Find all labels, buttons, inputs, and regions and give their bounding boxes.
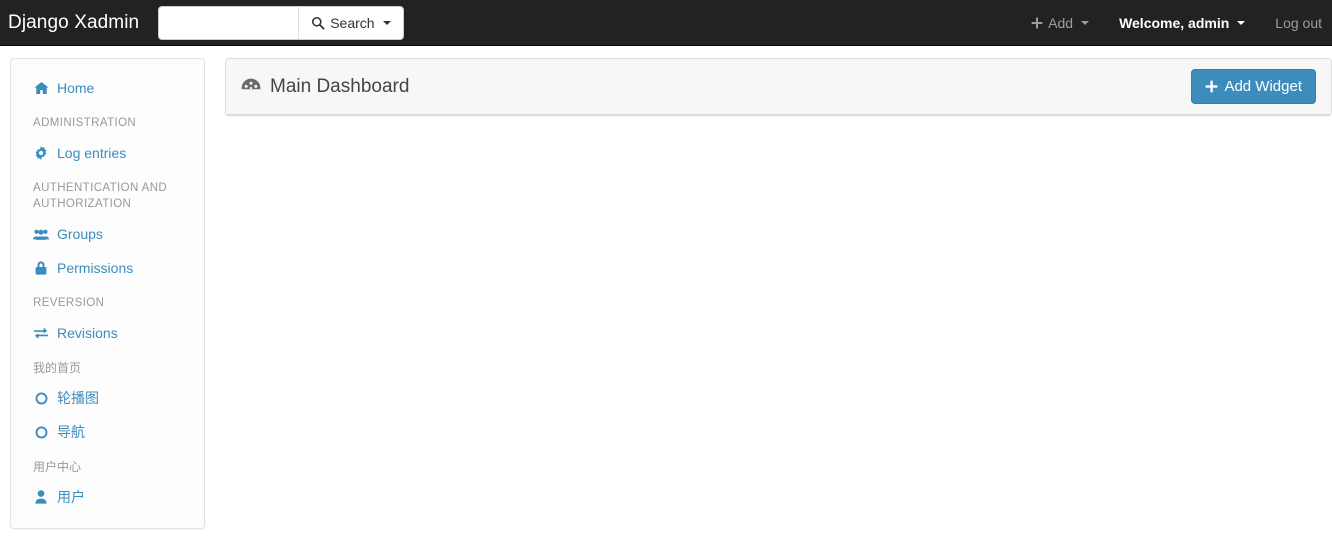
- sidebar-header-auth: AUTHENTICATION AND AUTHORIZATION: [33, 181, 168, 211]
- dashboard-panel-heading: Main Dashboard Add Widget: [226, 59, 1331, 115]
- search-input[interactable]: [158, 6, 299, 40]
- sidebar-item-user[interactable]: 用户: [11, 480, 204, 514]
- plus-icon: [1031, 17, 1043, 29]
- sidebar-header-reversion: REVERSION: [33, 297, 105, 310]
- sidebar: Home ADMINISTRATION Log entries AUTHENTI…: [10, 58, 205, 530]
- chevron-down-icon: [1237, 21, 1246, 25]
- gear-icon: [33, 145, 49, 160]
- navbar-right-menu: Add Welcome, admin Log out: [1016, 0, 1332, 46]
- search-input-group: Search: [158, 6, 404, 40]
- sidebar-item-label: 用户: [57, 489, 85, 506]
- plus-icon: [1205, 80, 1218, 93]
- sidebar-item-revisions[interactable]: Revisions: [11, 316, 204, 350]
- circle-o-icon: [33, 392, 49, 405]
- chevron-down-icon: [382, 21, 391, 25]
- exchange-icon: [33, 326, 49, 339]
- sidebar-item-home[interactable]: Home: [11, 71, 204, 105]
- sidebar-header-administration: ADMINISTRATION: [33, 117, 137, 129]
- dashboard-icon: [241, 78, 261, 95]
- user-menu[interactable]: Welcome, admin: [1104, 0, 1260, 46]
- sidebar-item-label: Revisions: [57, 324, 118, 341]
- add-menu[interactable]: Add: [1016, 0, 1104, 46]
- page-title-label: Main Dashboard: [270, 75, 410, 97]
- user-menu-label: Welcome, admin: [1119, 15, 1230, 31]
- sidebar-item-label: Home: [57, 80, 95, 96]
- sidebar-item-label: Permissions: [57, 260, 134, 277]
- circle-o-icon: [33, 426, 49, 439]
- sidebar-item-permissions[interactable]: Permissions: [11, 251, 204, 285]
- home-icon: [33, 81, 49, 95]
- top-navbar: Django Xadmin Search Add Welcome, admin …: [0, 0, 1332, 46]
- sidebar-item-label: 导航: [57, 424, 85, 441]
- search-button[interactable]: Search: [298, 6, 404, 40]
- sidebar-item-log-entries[interactable]: Log entries: [11, 136, 204, 170]
- search-icon: [311, 16, 325, 30]
- sidebar-item-carousel[interactable]: 轮播图: [11, 381, 204, 415]
- sidebar-header-user-center: 用户中心: [33, 460, 82, 475]
- sidebar-item-label: 轮播图: [57, 390, 99, 407]
- logout-label: Log out: [1275, 15, 1322, 31]
- user-icon: [33, 490, 49, 505]
- sidebar-item-label: Log entries: [57, 144, 127, 161]
- add-widget-label: Add Widget: [1224, 78, 1302, 95]
- chevron-down-icon: [1081, 21, 1090, 25]
- page-title: Main Dashboard: [241, 73, 409, 100]
- sidebar-header-my-home: 我的首页: [33, 360, 82, 375]
- search-form: Search: [158, 0, 404, 46]
- add-widget-button[interactable]: Add Widget: [1191, 69, 1316, 104]
- brand-label: Django Xadmin: [8, 12, 140, 34]
- dashboard-panel: Main Dashboard Add Widget: [225, 58, 1332, 116]
- brand-link[interactable]: Django Xadmin: [0, 0, 154, 46]
- page-body: Home ADMINISTRATION Log entries AUTHENTI…: [0, 46, 1332, 530]
- sidebar-item-label: Groups: [57, 226, 103, 243]
- lock-icon: [33, 261, 49, 275]
- sidebar-item-navigation[interactable]: 导航: [11, 415, 204, 449]
- main-content: Main Dashboard Add Widget: [225, 58, 1332, 116]
- logout-link[interactable]: Log out: [1260, 0, 1332, 46]
- add-menu-label: Add: [1048, 15, 1074, 31]
- search-button-label: Search: [330, 15, 375, 31]
- users-icon: [33, 228, 49, 241]
- sidebar-item-groups[interactable]: Groups: [11, 217, 204, 251]
